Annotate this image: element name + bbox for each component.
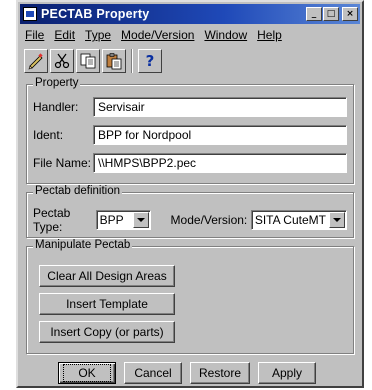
menu-help[interactable]: Help — [252, 28, 287, 42]
mode-version-select[interactable]: SITA CuteMT — [250, 210, 347, 230]
pectab-property-window: PECTAB Property _ □ × File Edit Type Mod… — [16, 0, 364, 388]
maximize-button[interactable]: □ — [323, 7, 339, 21]
manipulate-pectab-group: Manipulate Pectab Clear All Design Areas… — [26, 239, 354, 354]
toolbar: ? — [22, 46, 172, 76]
filename-row: File Name: \\HMPS\BPP2.pec — [33, 153, 347, 173]
minimize-button[interactable]: _ — [306, 7, 322, 21]
handler-row: Handler: Servisair — [33, 97, 347, 117]
property-group: Property Handler: Servisair Ident: BPP f… — [26, 77, 354, 184]
menu-type-label: Type — [85, 28, 112, 42]
menu-file-label: File — [25, 28, 45, 42]
insert-template-button[interactable]: Insert Template — [39, 293, 175, 315]
clear-all-design-areas-button[interactable]: Clear All Design Areas — [39, 265, 175, 287]
mode-version-label: Mode/Version: — [170, 213, 248, 227]
pectab-type-select[interactable]: BPP — [95, 210, 151, 230]
restore-button[interactable]: Restore — [190, 362, 250, 384]
copy-icon — [80, 53, 96, 69]
menu-mode-version-label: Mode/Version — [121, 28, 195, 42]
paste-tool-button[interactable] — [102, 49, 126, 73]
pectab-type-label: Pectab Type: — [33, 206, 71, 234]
menu-window[interactable]: Window — [199, 28, 252, 42]
menu-bar: File Edit Type Mode/Version Window Help — [20, 26, 360, 44]
handler-field[interactable]: Servisair — [93, 97, 347, 117]
pencil-icon — [28, 53, 43, 70]
insert-copy-button[interactable]: Insert Copy (or parts) — [39, 321, 175, 343]
menu-window-label: Window — [204, 28, 248, 42]
title-bar[interactable]: PECTAB Property _ □ × — [20, 4, 360, 24]
cut-tool-button[interactable] — [50, 49, 74, 73]
app-icon — [23, 7, 37, 21]
mode-version-value: SITA CuteMT — [254, 213, 326, 227]
menu-edit[interactable]: Edit — [49, 28, 80, 42]
menu-edit-label: Edit — [54, 28, 76, 42]
help-tool-button[interactable]: ? — [138, 49, 162, 73]
ident-label: Ident: — [33, 128, 64, 142]
chevron-down-icon[interactable] — [132, 212, 149, 228]
ident-row: Ident: BPP for Nordpool — [33, 125, 347, 145]
window-title: PECTAB Property — [41, 7, 150, 21]
ident-field[interactable]: BPP for Nordpool — [93, 125, 347, 145]
ok-button[interactable]: OK — [58, 362, 116, 384]
filename-label: File Name: — [33, 156, 92, 170]
close-button[interactable]: × — [342, 7, 358, 21]
menu-help-label: Help — [257, 28, 282, 42]
paste-icon — [106, 53, 122, 70]
pectab-definition-row: Pectab Type: BPP Mode/Version: SITA Cute… — [33, 206, 347, 234]
pectab-definition-legend: Pectab definition — [33, 185, 123, 197]
pectab-definition-group: Pectab definition Pectab Type: BPP Mode/… — [26, 185, 354, 238]
cancel-button[interactable]: Cancel — [124, 362, 182, 384]
copy-tool-button[interactable] — [76, 49, 100, 73]
menu-type[interactable]: Type — [80, 28, 116, 42]
menu-file[interactable]: File — [20, 28, 49, 42]
apply-button[interactable]: Apply — [258, 362, 316, 384]
pectab-type-value: BPP — [99, 213, 124, 227]
filename-field[interactable]: \\HMPS\BPP2.pec — [93, 153, 347, 173]
edit-tool-button[interactable] — [24, 49, 48, 73]
help-icon: ? — [145, 52, 155, 70]
property-legend: Property — [33, 77, 81, 89]
manipulate-pectab-legend: Manipulate Pectab — [33, 239, 133, 251]
scissors-icon — [54, 53, 70, 69]
chevron-down-icon[interactable] — [328, 212, 345, 228]
handler-label: Handler: — [33, 100, 79, 114]
menu-mode-version[interactable]: Mode/Version — [116, 28, 199, 42]
ok-button-label: OK — [63, 364, 111, 382]
toolbar-separator — [131, 49, 133, 73]
